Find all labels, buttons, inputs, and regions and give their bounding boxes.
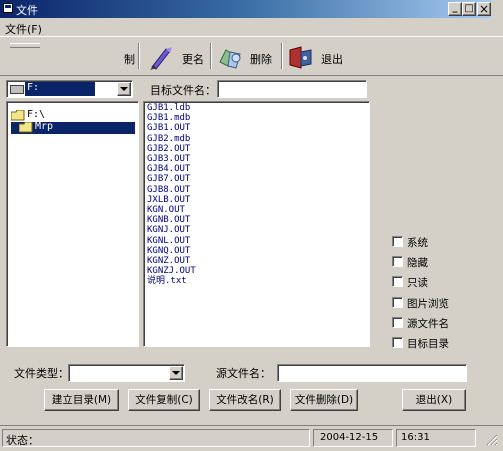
delete-tool-button[interactable]: 删除 bbox=[216, 42, 278, 72]
file-item[interactable]: GJB1.mdb bbox=[147, 113, 196, 123]
checkbox-label: 系统 bbox=[407, 237, 428, 249]
copy-tool-label[interactable]: 制 bbox=[124, 51, 135, 67]
mkdir-button[interactable]: 建立目录(M) bbox=[44, 389, 119, 411]
target-name-input[interactable] bbox=[217, 80, 367, 98]
checkbox[interactable] bbox=[392, 236, 403, 247]
close-button[interactable]: × bbox=[477, 2, 491, 16]
rename-button[interactable]: 文件改名(R) bbox=[209, 389, 281, 411]
status-date: 2004-12-15 bbox=[320, 432, 379, 443]
drive-value: F: bbox=[25, 82, 95, 96]
file-item[interactable]: 说明.txt bbox=[147, 276, 196, 286]
checkbox[interactable] bbox=[392, 256, 403, 268]
status-time: 16:31 bbox=[401, 432, 430, 443]
toolbar-grip bbox=[10, 43, 40, 48]
recycle-delete-icon bbox=[216, 44, 244, 72]
file-item[interactable]: GJB2.mdb bbox=[147, 134, 196, 144]
status-bar: 状态： 2004-12-15 16:31 bbox=[0, 425, 503, 451]
file-item[interactable]: GJB1.ldb bbox=[147, 103, 196, 113]
checkbox[interactable] bbox=[392, 276, 403, 288]
attribute-checkboxes: 系统隐藏只读图片浏览源文件名目标目录 bbox=[392, 235, 492, 355]
menu-bar: 文件(F) bbox=[0, 18, 503, 36]
folder-tree[interactable]: F:\ Mrp bbox=[6, 101, 139, 347]
checkbox-label: 只读 bbox=[407, 277, 428, 290]
file-item[interactable]: KGNL.OUT bbox=[147, 236, 196, 246]
file-item[interactable]: JXLB.OUT bbox=[147, 195, 196, 205]
target-name-label: 目标文件名： bbox=[150, 84, 216, 97]
window-title: 文件 bbox=[16, 4, 38, 17]
file-item[interactable]: GJB3.OUT bbox=[147, 154, 196, 164]
file-item[interactable]: GJB8.OUT bbox=[147, 185, 196, 195]
exit-button[interactable]: 退出(X) bbox=[402, 389, 466, 411]
rename-tool-label: 更名 bbox=[182, 53, 204, 66]
file-item[interactable]: GJB2.OUT bbox=[147, 144, 196, 154]
file-item[interactable]: KGNJ.OUT bbox=[147, 225, 196, 235]
folder-label: Mrp bbox=[35, 121, 54, 132]
status-text: 状态： bbox=[6, 434, 39, 447]
toolbar-separator bbox=[210, 43, 212, 69]
checkbox[interactable] bbox=[392, 316, 403, 328]
file-item[interactable]: KGNB.OUT bbox=[147, 215, 196, 225]
date-panel: 2004-12-15 bbox=[313, 429, 393, 447]
toolbar: 制 更名 删除 退出 bbox=[0, 36, 503, 76]
file-item[interactable]: KGNQ.OUT bbox=[147, 246, 196, 256]
exit-door-icon bbox=[287, 44, 315, 72]
drive-dropdown-button[interactable] bbox=[117, 82, 131, 96]
app-icon bbox=[3, 3, 13, 13]
folder-item-mrp[interactable]: Mrp bbox=[11, 121, 135, 134]
source-name-label: 源文件名： bbox=[216, 367, 271, 380]
time-panel: 16:31 bbox=[396, 429, 476, 447]
file-item[interactable]: KGNZ.OUT bbox=[147, 256, 196, 266]
file-item[interactable]: GJB7.OUT bbox=[147, 174, 196, 184]
file-item[interactable]: GJB4.OUT bbox=[147, 164, 196, 174]
checkbox[interactable] bbox=[392, 296, 403, 308]
menu-file[interactable]: 文件(F) bbox=[5, 21, 42, 37]
open-folder-icon bbox=[10, 109, 25, 121]
checkbox-label: 图片浏览 bbox=[407, 297, 449, 310]
checkbox-label: 源文件名 bbox=[407, 317, 449, 330]
copy-button[interactable]: 文件复制(C) bbox=[128, 389, 200, 411]
file-item[interactable]: KGN.OUT bbox=[147, 205, 196, 215]
file-type-combo[interactable] bbox=[68, 364, 185, 382]
delete-button[interactable]: 文件删除(D) bbox=[290, 389, 358, 411]
source-name-input[interactable] bbox=[277, 364, 467, 382]
quill-pen-icon bbox=[148, 45, 174, 71]
file-list-items: GJB1.ldb GJB1.mdb GJB1.OUT GJB2.mdb GJB2.OUT… bbox=[147, 103, 196, 287]
file-item[interactable]: GJB1.OUT bbox=[147, 123, 196, 133]
rename-tool-button[interactable]: 更名 bbox=[146, 42, 206, 72]
open-folder-icon bbox=[18, 121, 33, 133]
title-bar[interactable]: 文件 _ □ × bbox=[0, 0, 491, 18]
checkbox-label: 目标目录 bbox=[407, 338, 449, 350]
toolbar-separator bbox=[138, 43, 140, 69]
resize-grip-icon[interactable] bbox=[486, 434, 498, 446]
file-item[interactable]: KGNZJ.OUT bbox=[147, 266, 196, 276]
minimize-button[interactable]: _ bbox=[448, 2, 462, 16]
exit-tool-button[interactable]: 退出 bbox=[287, 42, 351, 72]
drive-combo[interactable]: F: bbox=[6, 80, 133, 98]
delete-tool-label: 删除 bbox=[250, 53, 272, 66]
exit-tool-label: 退出 bbox=[321, 53, 343, 66]
status-panel: 状态： bbox=[2, 429, 310, 447]
folder-label: F:\ bbox=[27, 109, 46, 120]
checkbox[interactable] bbox=[392, 337, 403, 348]
file-type-label: 文件类型： bbox=[14, 367, 69, 380]
toolbar-separator bbox=[281, 43, 283, 69]
file-type-dropdown-button[interactable] bbox=[169, 366, 183, 380]
drive-icon bbox=[10, 85, 24, 94]
file-list[interactable]: GJB1.ldb GJB1.mdb GJB1.OUT GJB2.mdb GJB2.OUT… bbox=[143, 101, 370, 347]
checkbox-label: 隐藏 bbox=[407, 257, 428, 270]
maximize-button[interactable]: □ bbox=[462, 2, 476, 16]
